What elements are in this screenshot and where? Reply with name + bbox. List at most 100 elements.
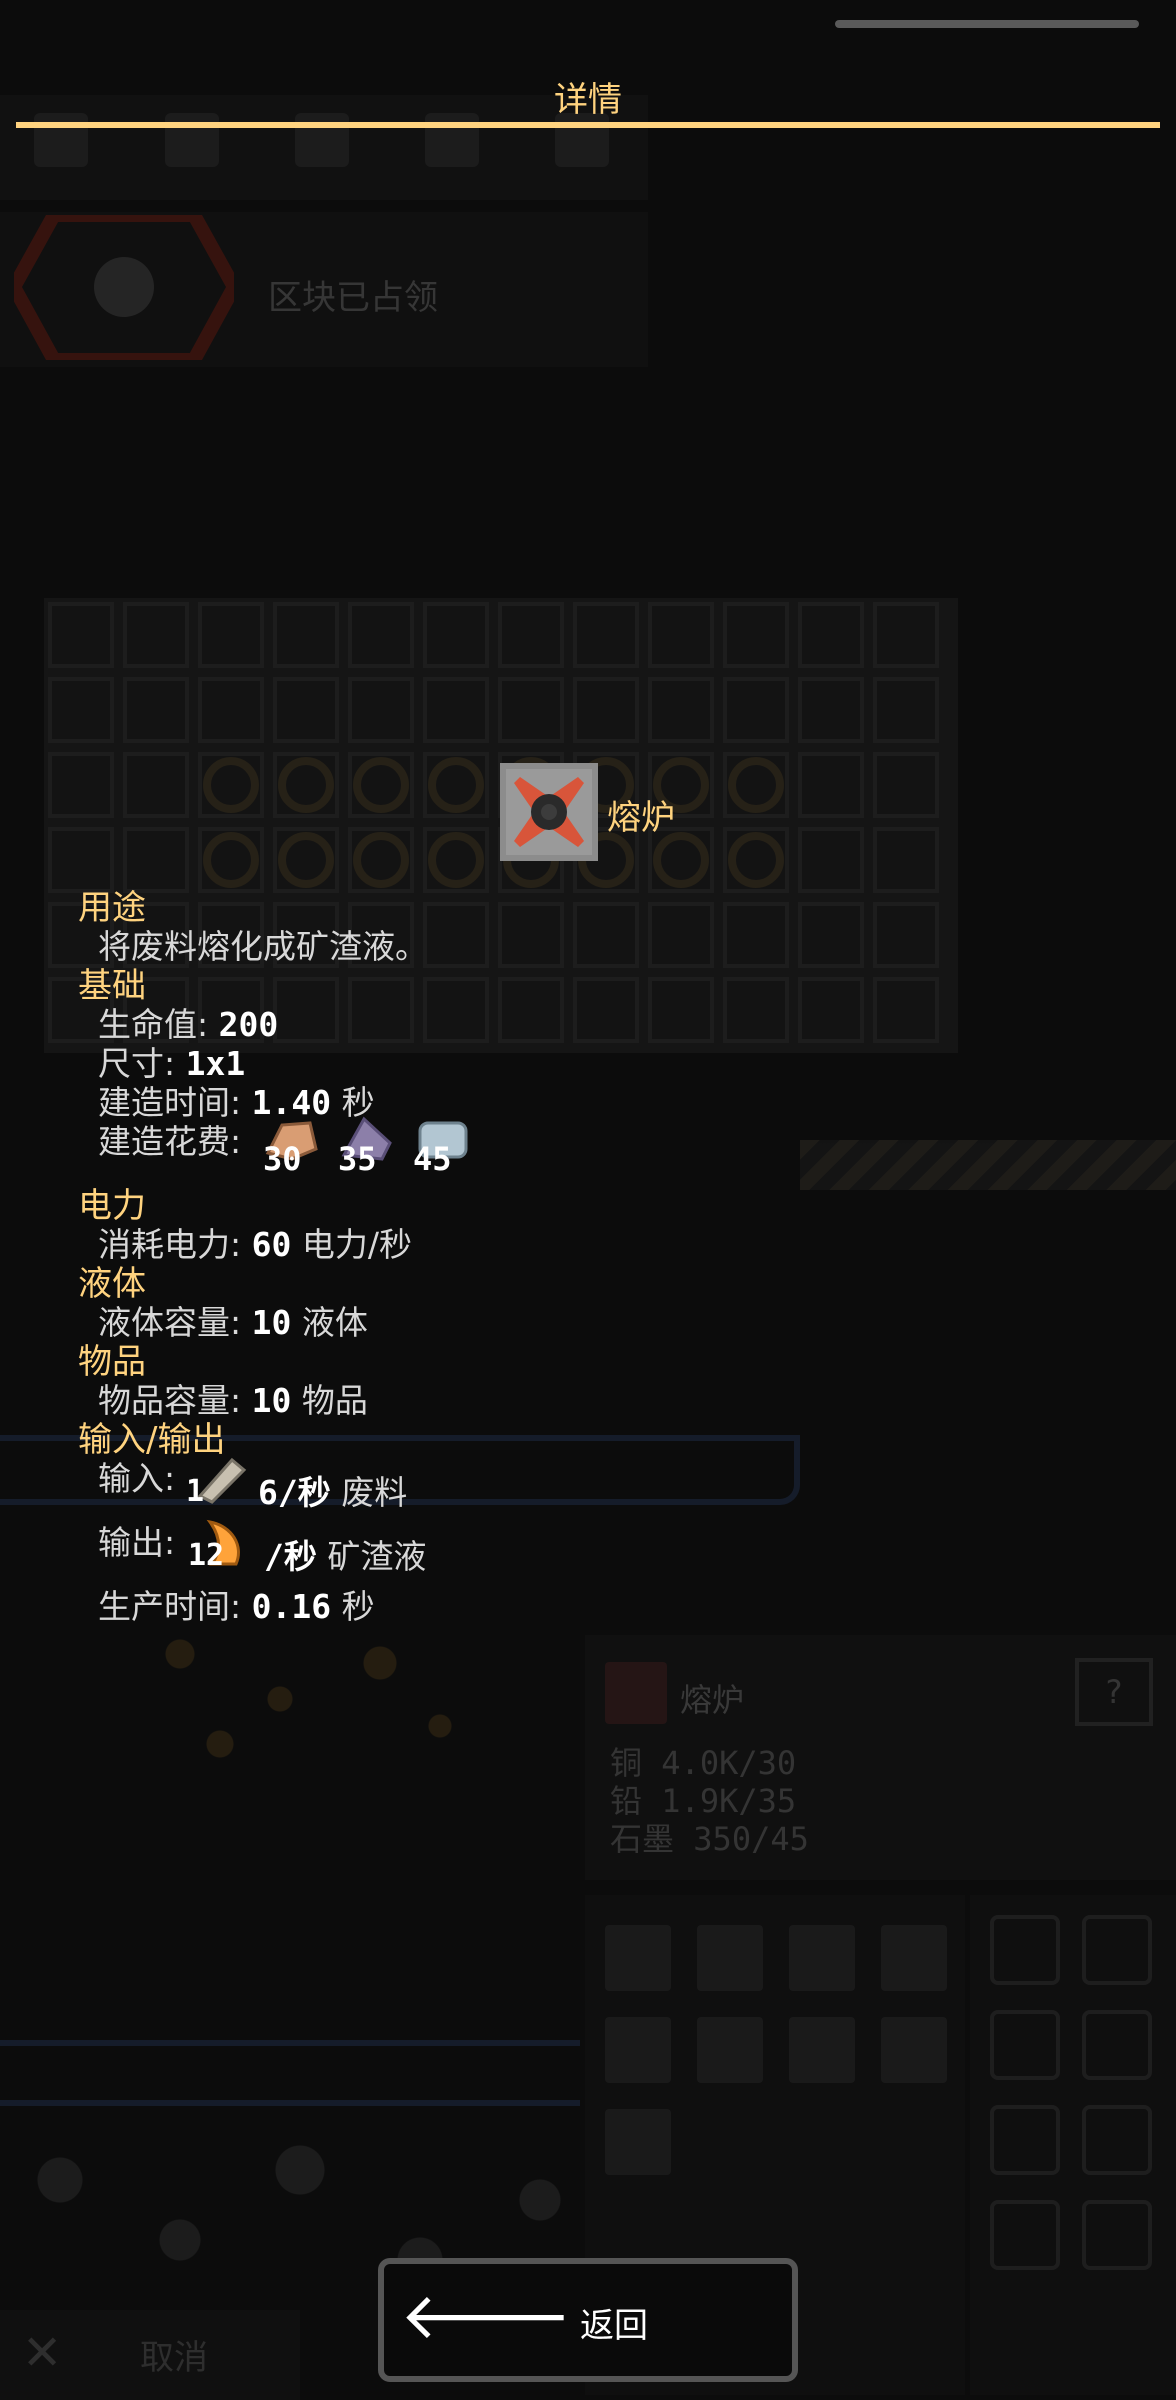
- ring-tile: [203, 832, 259, 888]
- grid-tile: [798, 902, 864, 968]
- grid-tile: [873, 677, 939, 743]
- grid-tile: [498, 977, 564, 1043]
- gesture-bar: [835, 20, 1139, 28]
- conduit-lower: [0, 2040, 580, 2106]
- category-icon[interactable]: [990, 2105, 1060, 2175]
- ring-tile: [728, 757, 784, 813]
- grid-tile: [723, 977, 789, 1043]
- ring-tile: [353, 757, 409, 813]
- resource-graphite: 石墨 350/45: [610, 1820, 809, 1858]
- sector-status: 区块已占领: [268, 278, 438, 318]
- grid-tile: [498, 602, 564, 668]
- grid-tile: [798, 602, 864, 668]
- grid-tile: [723, 677, 789, 743]
- grid-tile: [273, 977, 339, 1043]
- help-button[interactable]: ?: [1075, 1658, 1153, 1726]
- grid-tile: [273, 602, 339, 668]
- conveyor: [800, 1140, 1176, 1190]
- grid-tile: [48, 752, 114, 818]
- ring-tile: [353, 832, 409, 888]
- category-icon[interactable]: [1082, 2105, 1152, 2175]
- grid-tile: [123, 602, 189, 668]
- block-description: 将废料熔化成矿渣液。: [98, 927, 428, 966]
- grid-tile: [573, 602, 639, 668]
- grid-tile: [48, 677, 114, 743]
- grid-tile: [873, 977, 939, 1043]
- palette-block[interactable]: [605, 2017, 671, 2083]
- category-icon[interactable]: [990, 1915, 1060, 1985]
- grid-tile: [798, 827, 864, 893]
- grid-tile: [423, 602, 489, 668]
- melter-icon: [605, 1662, 667, 1724]
- arrow-left-icon: 🡐: [400, 2280, 572, 2354]
- grid-tile: [348, 602, 414, 668]
- category-icon[interactable]: [1082, 2200, 1152, 2270]
- grid-tile: [423, 677, 489, 743]
- grid-tile: [573, 902, 639, 968]
- category-icon[interactable]: [990, 2010, 1060, 2080]
- input-amount: 1: [186, 1474, 205, 1509]
- grid-tile: [573, 677, 639, 743]
- grid-tile: [498, 677, 564, 743]
- grid-tile: [123, 677, 189, 743]
- grid-tile: [873, 902, 939, 968]
- grid-tile: [423, 902, 489, 968]
- grid-tile: [798, 752, 864, 818]
- grid-tile: [198, 677, 264, 743]
- grid-tile: [798, 977, 864, 1043]
- input-rate-line: 6/秒 废料: [258, 1473, 408, 1512]
- dialog-title: 详情: [554, 80, 622, 120]
- stat-build-cost: 建造花费:: [98, 1122, 242, 1161]
- grid-tile: [123, 752, 189, 818]
- palette-block[interactable]: [697, 1925, 763, 1991]
- category-column: [970, 1895, 1176, 2395]
- back-button-label: 返回: [580, 2306, 648, 2346]
- grid-tile: [873, 752, 939, 818]
- title-divider: [16, 122, 1160, 128]
- ring-tile: [728, 832, 784, 888]
- ring-tile: [203, 757, 259, 813]
- grid-tile: [798, 677, 864, 743]
- cost-lead-amount: 35: [338, 1140, 377, 1178]
- core-hex-icon: [14, 215, 234, 360]
- palette-block[interactable]: [789, 1925, 855, 1991]
- grid-tile: [648, 602, 714, 668]
- output-rate-line: /秒 矿渣液: [264, 1537, 427, 1576]
- melter-icon: [500, 763, 598, 861]
- grid-tile: [723, 902, 789, 968]
- grid-tile: [273, 677, 339, 743]
- palette-block[interactable]: [605, 1925, 671, 1991]
- stat-craft-time: 生产时间: 0.16 秒: [98, 1587, 375, 1626]
- grid-tile: [648, 902, 714, 968]
- grid-tile: [423, 977, 489, 1043]
- palette-block[interactable]: [789, 2017, 855, 2083]
- category-icon[interactable]: [1082, 1915, 1152, 1985]
- grid-tile: [48, 602, 114, 668]
- close-icon: ✕: [22, 2325, 63, 2381]
- category-icon[interactable]: [990, 2200, 1060, 2270]
- category-icon[interactable]: [1082, 2010, 1152, 2080]
- grid-tile: [198, 602, 264, 668]
- grid-tile: [723, 602, 789, 668]
- grid-tile: [873, 602, 939, 668]
- palette-block[interactable]: [881, 1925, 947, 1991]
- grid-tile: [873, 827, 939, 893]
- ring-tile: [428, 832, 484, 888]
- cost-copper-amount: 30: [263, 1140, 302, 1178]
- block-name: 熔炉: [607, 798, 675, 838]
- palette-block[interactable]: [881, 2017, 947, 2083]
- cancel-label: 取消: [140, 2338, 208, 2378]
- ring-tile: [278, 832, 334, 888]
- grid-tile: [348, 677, 414, 743]
- output-amount: 12: [188, 1538, 225, 1573]
- background-scene: 区块已占领 熔炉 ? 铜 4.0K/30 铅 1.9K/35 石墨 350/45…: [0, 0, 1176, 2400]
- ring-tile: [428, 757, 484, 813]
- grid-tile: [348, 977, 414, 1043]
- info-panel-title: 熔炉: [680, 1681, 745, 1719]
- grid-tile: [498, 902, 564, 968]
- ring-tile: [653, 832, 709, 888]
- stat-output-label: 输出:: [98, 1523, 176, 1562]
- stat-input-label: 输入:: [98, 1459, 176, 1498]
- palette-block[interactable]: [605, 2109, 671, 2175]
- palette-block[interactable]: [697, 2017, 763, 2083]
